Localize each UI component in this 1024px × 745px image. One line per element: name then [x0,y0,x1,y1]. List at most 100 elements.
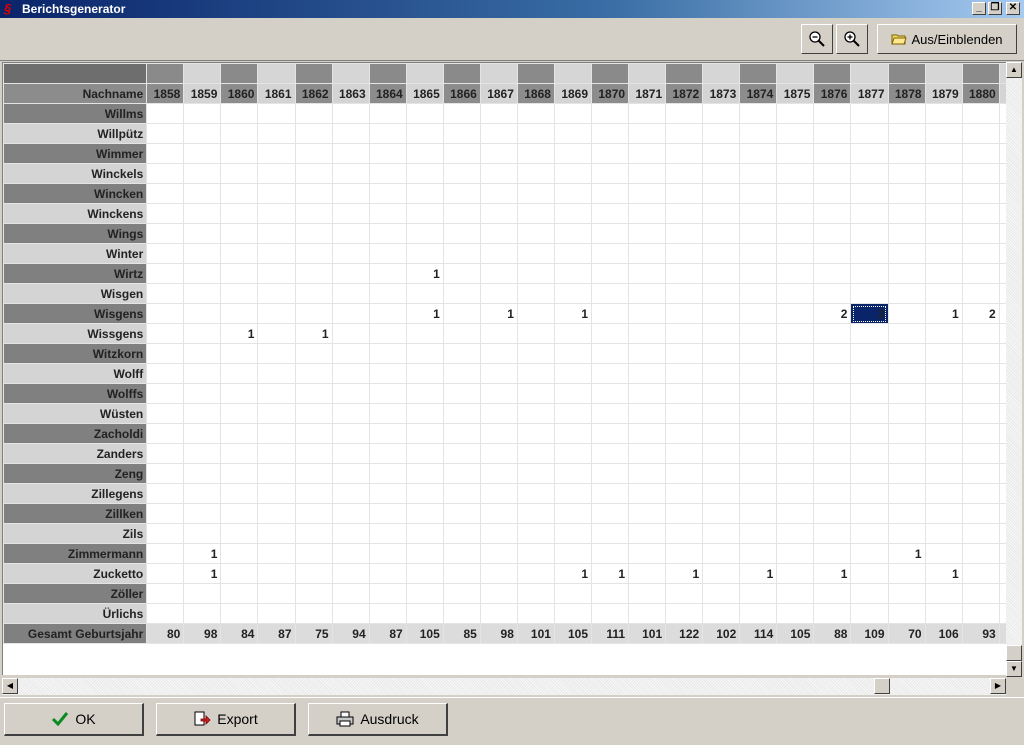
count-cell[interactable] [961,423,1000,444]
count-cell[interactable] [553,523,593,544]
count-cell[interactable] [294,223,333,244]
count-cell[interactable] [368,363,407,384]
column-color-swatch[interactable] [146,63,185,84]
scroll-thumb-horizontal[interactable] [874,678,890,694]
count-cell[interactable] [146,183,185,204]
row-header-surname[interactable]: Zillegens [3,483,148,504]
count-cell[interactable] [628,563,667,584]
count-cell[interactable] [887,283,926,304]
count-cell[interactable] [146,343,185,364]
count-cell[interactable] [146,443,185,464]
column-header-year[interactable]: 1867 [479,83,518,104]
count-cell[interactable] [368,503,407,524]
count-cell[interactable] [442,223,481,244]
count-cell[interactable] [553,583,593,604]
count-cell[interactable] [776,563,815,584]
count-cell[interactable] [516,383,555,404]
count-cell[interactable] [665,363,704,384]
count-cell[interactable] [220,143,259,164]
selected-cell[interactable]: 2 [850,303,889,324]
horizontal-scrollbar[interactable]: ◀ ▶ [2,678,1006,695]
count-cell[interactable] [813,123,852,144]
count-cell[interactable] [553,323,593,344]
count-cell[interactable] [739,583,778,604]
count-cell[interactable] [628,263,667,284]
count-cell[interactable] [405,123,444,144]
count-cell[interactable] [479,323,518,344]
count-cell[interactable] [294,403,333,424]
count-cell[interactable] [294,143,333,164]
count-cell[interactable] [553,103,593,124]
count-cell[interactable] [553,343,593,364]
count-cell[interactable] [220,123,259,144]
column-color-swatch[interactable] [702,63,741,84]
count-cell[interactable] [924,143,963,164]
count-cell[interactable] [331,343,370,364]
count-cell[interactable] [628,443,667,464]
count-cell[interactable] [628,363,667,384]
count-cell[interactable] [961,363,1000,384]
column-header-year[interactable]: 1880 [961,83,1000,104]
count-cell[interactable] [850,343,889,364]
count-cell[interactable] [850,443,889,464]
count-cell[interactable] [776,263,815,284]
count-cell[interactable] [850,103,889,124]
count-cell[interactable] [442,323,481,344]
row-header-surname[interactable]: Winckels [3,163,148,184]
count-cell[interactable] [739,103,778,124]
count-cell[interactable] [776,523,815,544]
count-cell[interactable] [553,163,593,184]
count-cell[interactable]: 1 [405,303,444,324]
count-cell[interactable] [442,343,481,364]
count-cell[interactable] [442,143,481,164]
count-cell[interactable] [479,383,518,404]
count-cell[interactable] [479,263,518,284]
count-cell[interactable] [739,403,778,424]
count-cell[interactable] [924,103,963,124]
column-color-swatch[interactable] [776,63,815,84]
count-cell[interactable] [368,443,407,464]
count-cell[interactable] [553,503,593,524]
count-cell[interactable]: 1 [924,563,963,584]
count-cell[interactable] [776,303,815,324]
count-cell[interactable] [665,143,704,164]
count-cell[interactable] [146,303,185,324]
count-cell[interactable] [442,523,481,544]
count-cell[interactable] [516,183,555,204]
count-cell[interactable] [331,143,370,164]
count-cell[interactable] [294,483,333,504]
count-cell[interactable] [516,423,555,444]
count-cell[interactable] [405,423,444,444]
column-color-swatch[interactable] [516,63,555,84]
count-cell[interactable] [442,583,481,604]
count-cell[interactable] [257,243,296,264]
count-cell[interactable] [183,283,222,304]
count-cell[interactable] [924,343,963,364]
count-cell[interactable] [813,203,852,224]
count-cell[interactable] [368,563,407,584]
count-cell[interactable] [591,423,630,444]
count-cell[interactable] [924,223,963,244]
count-cell[interactable] [516,163,555,184]
count-cell[interactable] [442,603,481,624]
count-cell[interactable] [331,463,370,484]
column-header-year[interactable]: 1870 [591,83,630,104]
show-hide-button[interactable]: Aus/Einblenden [877,24,1017,54]
count-cell[interactable] [813,583,852,604]
count-cell[interactable] [331,323,370,344]
column-color-swatch[interactable] [739,63,778,84]
count-cell[interactable] [924,363,963,384]
count-cell[interactable] [220,303,259,324]
column-color-swatch[interactable] [924,63,963,84]
count-cell[interactable] [591,123,630,144]
count-cell[interactable] [220,263,259,284]
count-cell[interactable] [739,443,778,464]
count-cell[interactable] [887,303,926,324]
count-cell[interactable]: 1 [405,263,444,284]
count-cell[interactable] [331,583,370,604]
count-cell[interactable] [516,283,555,304]
count-cell[interactable] [368,283,407,304]
count-cell[interactable] [628,503,667,524]
count-cell[interactable] [739,463,778,484]
count-cell[interactable] [665,583,704,604]
